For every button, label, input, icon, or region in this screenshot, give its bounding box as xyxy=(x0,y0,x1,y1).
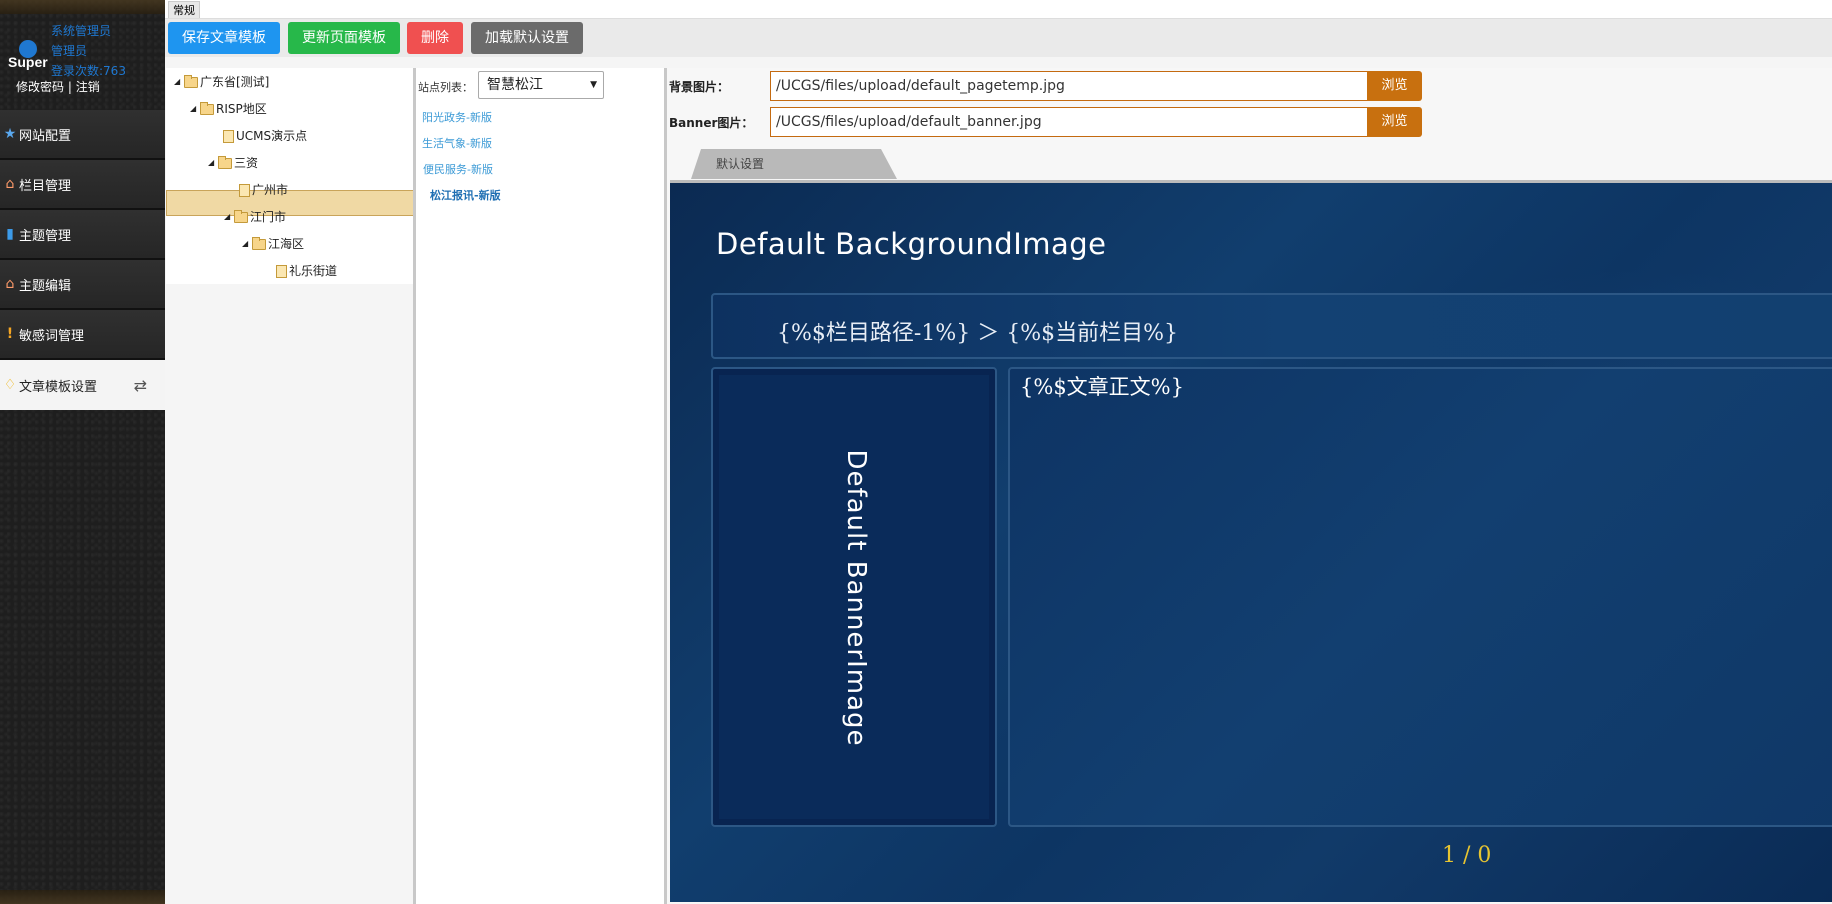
preview-pager: 1 / 0 xyxy=(1442,843,1492,868)
file-icon xyxy=(223,129,234,143)
expand-arrow-icon[interactable]: ◢ xyxy=(190,97,200,121)
nav-item-theme-manage[interactable]: ▮ 主题管理 xyxy=(0,210,165,260)
save-article-template-button[interactable]: 保存文章模板 xyxy=(168,22,280,54)
tree-node[interactable]: 礼乐街道 xyxy=(276,259,337,283)
file-icon xyxy=(239,183,250,197)
site-select-value: 智慧松江 xyxy=(487,77,543,93)
tree-node-label: UCMS演示点 xyxy=(236,129,308,143)
update-page-template-button[interactable]: 更新页面模板 xyxy=(288,22,400,54)
site-link-current[interactable]: 松江报讯-新版 xyxy=(430,187,501,203)
logo-text: Super xyxy=(8,54,48,70)
house-icon: ⌂ xyxy=(5,276,15,292)
top-ornament xyxy=(0,0,165,14)
link-separator: | xyxy=(67,80,72,94)
change-password-link[interactable]: 修改密码 xyxy=(16,80,64,94)
nav-item-theme-edit[interactable]: ⌂ 主题编辑 xyxy=(0,260,165,310)
nav-item-label: 主题管理 xyxy=(19,228,72,244)
alert-icon: ! xyxy=(6,326,14,342)
background-image-input[interactable]: /UCGS/files/upload/default_pagetemp.jpg xyxy=(770,71,1370,101)
site-link[interactable]: 阳光政务-新版 xyxy=(422,109,492,125)
tree-node[interactable]: ◢ 江海区 xyxy=(242,232,304,256)
tree-node-label: 江海区 xyxy=(268,237,305,251)
user-name: 管理员 xyxy=(51,44,88,58)
user-role: 系统管理员 xyxy=(51,24,112,38)
tree-node-selected[interactable]: UCMS演示点 xyxy=(223,124,307,148)
login-count: 登录次数:763 xyxy=(51,64,126,78)
site-list-label: 站点列表： xyxy=(418,81,473,94)
article-body-placeholder: {%$文章正文%} xyxy=(1020,375,1184,399)
template-editor: 背景图片： /UCGS/files/upload/default_pagetem… xyxy=(667,68,1832,904)
nav-item-label: 主题编辑 xyxy=(19,278,72,294)
tree-node[interactable]: ◢ 江门市 xyxy=(224,205,286,229)
expand-arrow-icon[interactable]: ◢ xyxy=(224,205,234,229)
folder-icon xyxy=(252,236,266,250)
file-icon xyxy=(276,264,287,278)
tree-node[interactable]: ◢ 广东省[测试] xyxy=(174,70,269,94)
nav-item-sensitive-words[interactable]: ! 敏感词管理 xyxy=(0,310,165,360)
preview-breadcrumb: {%$栏目路径-1%} ＞ {%$当前栏目%} xyxy=(777,321,1179,346)
preview-body: {%$文章正文%} xyxy=(1008,367,1832,827)
banner-image-label: Banner图片： xyxy=(669,116,754,130)
expand-arrow-icon[interactable]: ◢ xyxy=(208,151,218,175)
avatar: Super xyxy=(8,24,48,74)
site-list-panel: 站点列表： 智慧松江 ▼ 阳光政务-新版 生活气象-新版 便民服务-新版 松江报… xyxy=(416,68,666,904)
refresh-icon[interactable]: ⇄ xyxy=(134,376,147,395)
bottom-ornament xyxy=(0,890,165,904)
banner-image-input[interactable]: /UCGS/files/upload/default_banner.jpg xyxy=(770,107,1370,137)
delete-button[interactable]: 删除 xyxy=(407,22,463,54)
tab-general[interactable]: 常规 xyxy=(168,1,200,18)
preview-title: Default BackgroundImage xyxy=(716,227,1107,261)
tree-node-label: 广东省[测试] xyxy=(200,75,270,89)
expand-arrow-icon[interactable]: ◢ xyxy=(242,232,252,256)
nav-item-article-template[interactable]: ♢ 文章模板设置 ⇄ xyxy=(0,360,165,410)
browse-banner-button[interactable]: 浏览 xyxy=(1367,107,1422,137)
background-image-label: 背景图片： xyxy=(669,80,730,94)
logout-link[interactable]: 注销 xyxy=(76,80,100,94)
nav-item-label: 敏感词管理 xyxy=(19,328,85,344)
chevron-down-icon: ▼ xyxy=(590,80,597,90)
nav-item-label: 网站配置 xyxy=(19,128,72,144)
tree-selection-highlight xyxy=(166,190,414,216)
sidebar: Super 系统管理员 管理员 登录次数:763 修改密码 | 注销 ★ 网站配… xyxy=(0,0,165,904)
preview-banner: Default BannerImage xyxy=(711,367,997,827)
tab-default-settings[interactable]: 默认设置 xyxy=(691,149,897,179)
folder-icon xyxy=(218,155,232,169)
nav-item-column-manage[interactable]: ⌂ 栏目管理 xyxy=(0,160,165,210)
site-link[interactable]: 生活气象-新版 xyxy=(422,135,492,151)
nav-menu: ★ 网站配置 ⌂ 栏目管理 ▮ 主题管理 ⌂ 主题编辑 ! 敏感词管理 ♢ 文章… xyxy=(0,110,165,410)
folder-icon xyxy=(184,74,198,88)
house-icon: ⌂ xyxy=(5,176,15,192)
folder-icon xyxy=(234,209,248,223)
tree-node-label: 江门市 xyxy=(250,210,287,224)
nav-item-label: 栏目管理 xyxy=(19,178,72,194)
star-icon: ★ xyxy=(3,126,17,142)
toolbar: 保存文章模板 更新页面模板 删除 加载默认设置 xyxy=(165,19,1832,57)
banner-placeholder-text: Default BannerImage xyxy=(841,449,871,747)
folder-icon xyxy=(200,101,214,115)
tree-node-label: 三资 xyxy=(234,156,259,170)
site-select[interactable]: 智慧松江 ▼ xyxy=(478,71,604,99)
tree-node[interactable]: 广州市 xyxy=(239,178,288,202)
book-icon: ▮ xyxy=(6,226,14,242)
tree-node-label: 广州市 xyxy=(252,183,289,197)
browse-background-button[interactable]: 浏览 xyxy=(1367,71,1422,101)
expand-arrow-icon[interactable]: ◢ xyxy=(174,70,184,94)
tree-node[interactable]: ◢ 三资 xyxy=(208,151,258,175)
tab-bar: 常规 xyxy=(165,0,1832,19)
nav-item-site-config[interactable]: ★ 网站配置 xyxy=(0,110,165,160)
tree-node-label: 礼乐街道 xyxy=(289,264,338,278)
tree-node[interactable]: ◢ RISP地区 xyxy=(190,97,267,121)
user-panel: Super 系统管理员 管理员 登录次数:763 修改密码 | 注销 xyxy=(0,14,165,109)
template-preview: Default BackgroundImage {%$栏目路径-1%} ＞ {%… xyxy=(670,180,1832,902)
load-default-button[interactable]: 加载默认设置 xyxy=(471,22,583,54)
site-link[interactable]: 便民服务-新版 xyxy=(423,161,493,177)
user-links: 修改密码 | 注销 xyxy=(16,78,100,95)
tree-node-label: RISP地区 xyxy=(216,102,267,116)
bulb-icon: ♢ xyxy=(3,377,17,393)
nav-item-label: 文章模板设置 xyxy=(19,379,98,395)
preview-breadcrumb-bar: {%$栏目路径-1%} ＞ {%$当前栏目%} xyxy=(711,293,1832,359)
region-tree: ◢ 广东省[测试] ◢ RISP地区 UCMS演示点 ◢ 三资 广州市 ◢ 江门… xyxy=(166,68,414,284)
